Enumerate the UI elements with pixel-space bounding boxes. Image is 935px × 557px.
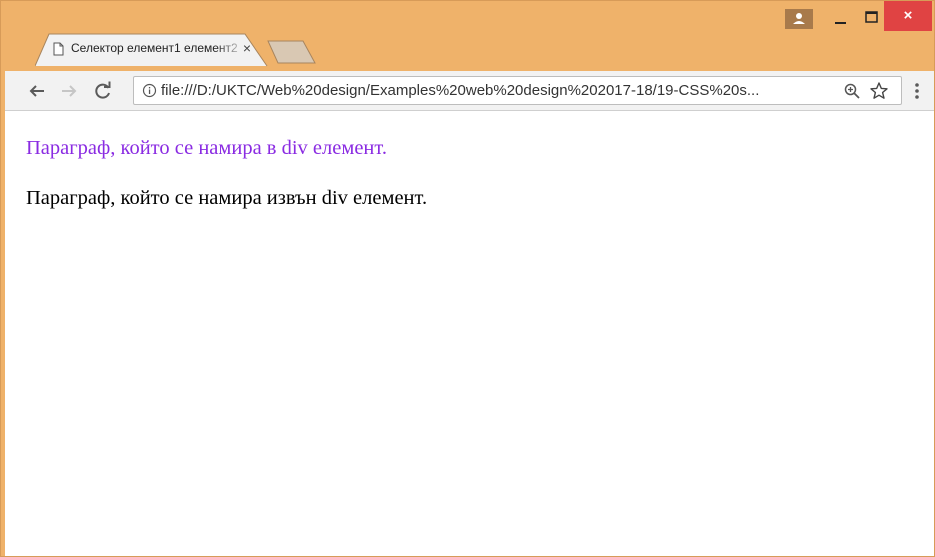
arrow-right-icon[interactable] <box>57 79 81 103</box>
star-icon[interactable] <box>869 81 889 101</box>
browser-window: Селектор елемент1 елемент2 × × file:///D… <box>0 0 935 557</box>
page-icon <box>53 42 64 56</box>
user-icon[interactable] <box>785 9 813 29</box>
kebab-menu-icon[interactable] <box>907 79 927 103</box>
url-text[interactable]: file:///D:/UKTC/Web%20design/Examples%20… <box>161 82 841 99</box>
info-icon[interactable] <box>142 83 157 98</box>
arrow-left-icon[interactable] <box>25 79 49 103</box>
minimize-button[interactable] <box>827 7 853 29</box>
tab-title: Селектор елемент1 елемент2 <box>71 41 238 55</box>
tab-active[interactable]: Селектор елемент1 елемент2 × <box>35 33 268 67</box>
zoom-icon[interactable] <box>843 82 861 100</box>
paragraph-outside-div: Параграф, който се намира извън div елем… <box>26 187 428 209</box>
toolbar: file:///D:/UKTC/Web%20design/Examples%20… <box>5 71 934 111</box>
reload-icon[interactable] <box>91 79 115 103</box>
maximize-button[interactable] <box>859 7 885 29</box>
page-viewport: Параграф, който се намира в div елемент.… <box>5 111 934 556</box>
new-tab-button[interactable] <box>267 40 317 64</box>
tab-close-icon[interactable]: × <box>239 40 255 56</box>
window-close-button[interactable]: × <box>884 1 932 31</box>
address-bar[interactable]: file:///D:/UKTC/Web%20design/Examples%20… <box>133 76 902 105</box>
paragraph-in-div: Параграф, който се намира в div елемент. <box>26 137 387 159</box>
title-bar: Селектор елемент1 елемент2 × × <box>1 1 935 71</box>
